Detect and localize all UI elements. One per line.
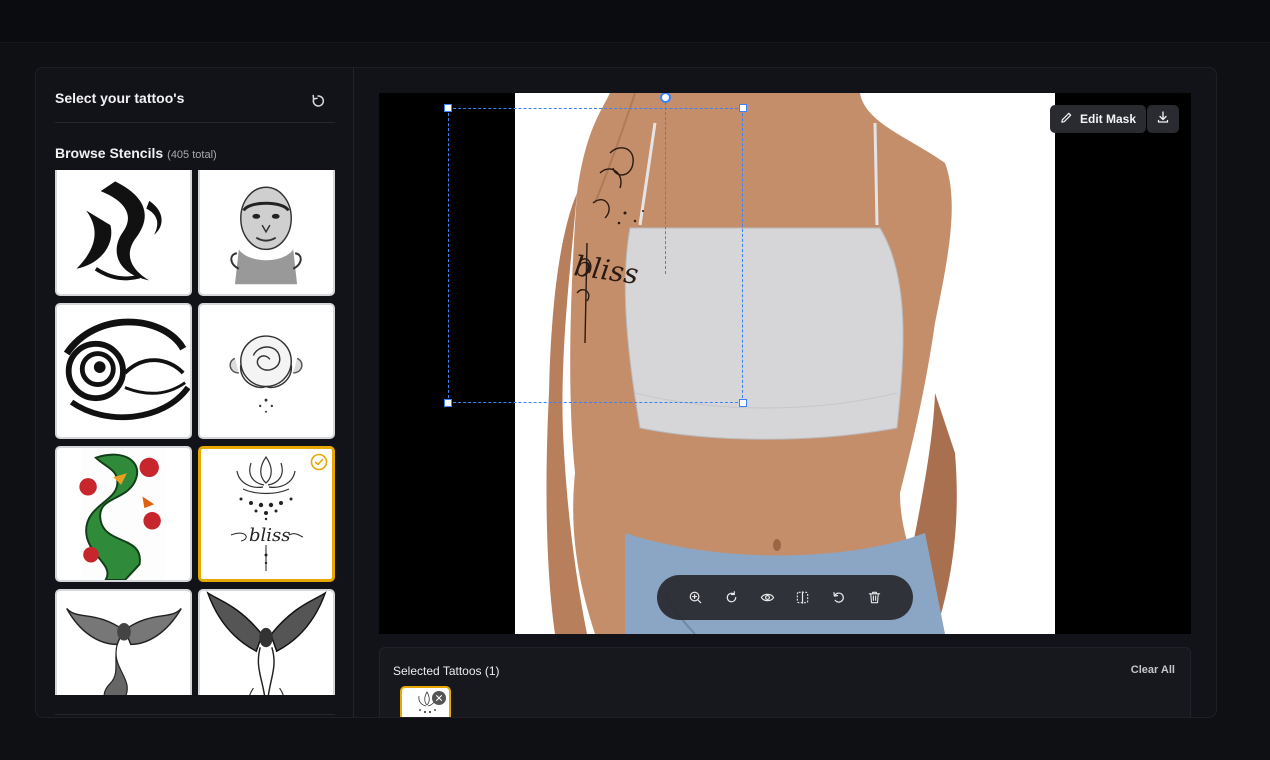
stencil-card-phoenix-1[interactable] (55, 589, 192, 695)
bliss-text: bliss (249, 525, 291, 546)
edit-mask-button[interactable]: Edit Mask (1050, 105, 1147, 133)
stencil-card-phoenix-2[interactable] (198, 589, 335, 695)
phoenix-stencil-image (206, 591, 327, 695)
reset-icon[interactable] (309, 92, 327, 110)
swirl-stencil-image (63, 318, 190, 421)
divider (55, 714, 335, 715)
pencil-icon (1060, 111, 1073, 127)
edit-mask-label: Edit Mask (1080, 112, 1137, 126)
resize-handle-bottom-left[interactable] (444, 399, 452, 407)
flip-icon[interactable] (792, 587, 814, 609)
zoom-in-icon[interactable] (685, 587, 707, 609)
trash-icon[interactable] (863, 587, 885, 609)
tattoo-selection-box[interactable] (444, 93, 747, 407)
download-icon (1156, 110, 1170, 129)
phoenix-stencil-image (66, 607, 182, 695)
stencil-card-tribal[interactable] (55, 170, 192, 296)
stencil-card-swirl[interactable] (55, 303, 192, 439)
check-icon (310, 453, 328, 471)
stencil-card-lotus-bliss[interactable]: bliss (198, 446, 335, 582)
resize-handle-top-left[interactable] (444, 104, 452, 112)
browse-title: Browse Stencils (55, 145, 164, 161)
editor-shell: Select your tattoo's Browse Stencils (405… (35, 67, 1217, 718)
resize-handle-top-right[interactable] (739, 104, 747, 112)
sidebar-title: Select your tattoo's (55, 90, 185, 106)
stencil-card-dragon[interactable] (55, 446, 192, 582)
clear-all-button[interactable]: Clear All (1131, 664, 1175, 676)
dragon-stencil-image (79, 448, 166, 580)
download-button[interactable] (1147, 105, 1179, 133)
top-bar (0, 0, 1270, 43)
browse-heading: Browse Stencils (405 total) (55, 145, 217, 161)
divider (55, 122, 335, 123)
undo-icon[interactable] (828, 587, 850, 609)
stencil-card-portrait[interactable] (198, 170, 335, 296)
rotation-line (665, 97, 666, 274)
tribal-stencil-image (76, 181, 162, 281)
stencil-sidebar: Select your tattoo's Browse Stencils (405… (36, 68, 354, 717)
browse-count: (405 total) (167, 149, 217, 161)
close-icon[interactable] (432, 691, 446, 705)
selected-tattoos-title: Selected Tattoos (1) (393, 664, 500, 678)
canvas-toolbar (657, 575, 913, 620)
eye-icon[interactable] (756, 587, 778, 609)
selected-tattoos-panel: Selected Tattoos (1) Clear All bliss (379, 647, 1191, 717)
resize-handle-bottom-right[interactable] (739, 399, 747, 407)
selected-tattoo-thumbnail[interactable]: bliss (400, 686, 451, 717)
portrait-stencil-image (230, 186, 302, 285)
stencil-card-rose[interactable] (198, 303, 335, 439)
rose-stencil-image (229, 335, 303, 413)
rotate-icon[interactable] (720, 587, 742, 609)
editor-canvas[interactable]: bliss Edit Mask (379, 93, 1191, 634)
stencil-grid: bliss (55, 170, 335, 695)
